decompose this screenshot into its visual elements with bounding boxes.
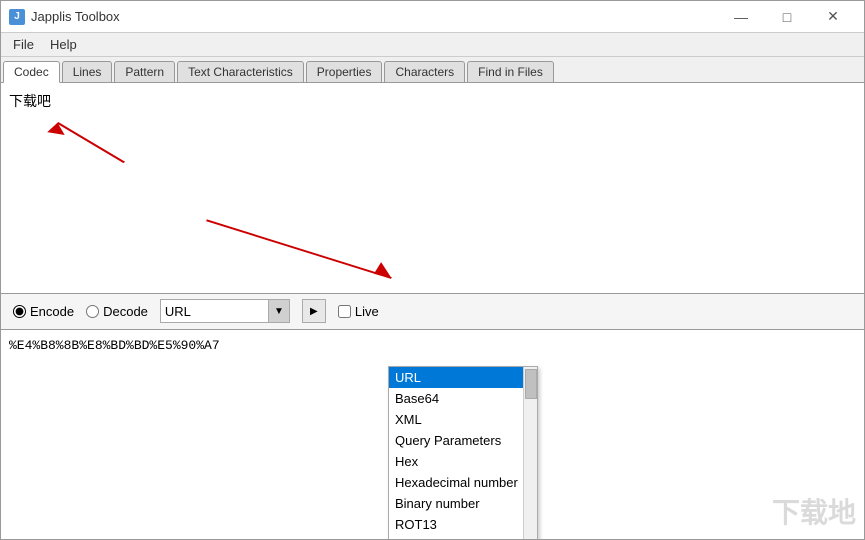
title-bar: J Japplis Toolbox — □ ✕ xyxy=(1,1,864,33)
live-checkbox-label[interactable]: Live xyxy=(338,304,379,319)
tab-properties[interactable]: Properties xyxy=(306,61,383,82)
dropdown-item-hex[interactable]: Hex xyxy=(389,451,537,472)
live-label: Live xyxy=(355,304,379,319)
menu-help[interactable]: Help xyxy=(42,35,85,54)
dropdown-item-hexnum[interactable]: Hexadecimal number xyxy=(389,472,537,493)
dropdown-item-rot13[interactable]: ROT13 xyxy=(389,514,537,535)
decode-radio[interactable] xyxy=(86,305,99,318)
maximize-button[interactable]: □ xyxy=(764,1,810,33)
dropdown-item-xml[interactable]: XML xyxy=(389,409,537,430)
tab-bar: Codec Lines Pattern Text Characteristics… xyxy=(1,57,864,83)
scroll-thumb xyxy=(525,369,537,399)
dropdown-item-query[interactable]: Query Parameters xyxy=(389,430,537,451)
app-icon: J xyxy=(9,9,25,25)
menu-file[interactable]: File xyxy=(5,35,42,54)
codec-select[interactable]: URL Base64 XML Query Parameters Hex Hexa… xyxy=(160,299,290,323)
tab-pattern[interactable]: Pattern xyxy=(114,61,175,82)
dropdown-item-base64[interactable]: Base64 xyxy=(389,388,537,409)
tab-text-characteristics[interactable]: Text Characteristics xyxy=(177,61,304,82)
tab-characters[interactable]: Characters xyxy=(384,61,465,82)
encode-decode-group: Encode Decode xyxy=(13,304,148,319)
window-controls: — □ ✕ xyxy=(718,1,856,33)
decode-label: Decode xyxy=(103,304,148,319)
play-button[interactable]: ▶ xyxy=(302,299,326,323)
codec-dropdown-wrapper: URL Base64 XML Query Parameters Hex Hexa… xyxy=(160,299,290,323)
tab-find-in-files[interactable]: Find in Files xyxy=(467,61,554,82)
codec-dropdown-list: URL Base64 XML Query Parameters Hex Hexa… xyxy=(388,366,538,540)
tab-codec[interactable]: Codec xyxy=(3,61,60,83)
live-checkbox[interactable] xyxy=(338,305,351,318)
lower-panel: URL Base64 XML Query Parameters Hex Hexa… xyxy=(1,330,864,540)
dropdown-item-url[interactable]: URL xyxy=(389,367,537,388)
dropdown-scrollbar[interactable] xyxy=(523,367,537,540)
control-bar: Encode Decode URL Base64 XML Query Param… xyxy=(1,294,864,330)
encode-radio[interactable] xyxy=(13,305,26,318)
menu-bar: File Help xyxy=(1,33,864,57)
decode-radio-label[interactable]: Decode xyxy=(86,304,148,319)
main-content: Encode Decode URL Base64 XML Query Param… xyxy=(1,83,864,539)
dropdown-item-binary[interactable]: Binary number xyxy=(389,493,537,514)
minimize-button[interactable]: — xyxy=(718,1,764,33)
input-textarea[interactable] xyxy=(1,83,864,293)
dropdown-item-rot47[interactable]: ROT47 xyxy=(389,535,537,540)
upper-panel xyxy=(1,83,864,294)
encode-label: Encode xyxy=(30,304,74,319)
window-title: Japplis Toolbox xyxy=(31,9,718,24)
tab-lines[interactable]: Lines xyxy=(62,61,113,82)
encode-radio-label[interactable]: Encode xyxy=(13,304,74,319)
main-window: J Japplis Toolbox — □ ✕ File Help Codec … xyxy=(0,0,865,540)
close-button[interactable]: ✕ xyxy=(810,1,856,33)
